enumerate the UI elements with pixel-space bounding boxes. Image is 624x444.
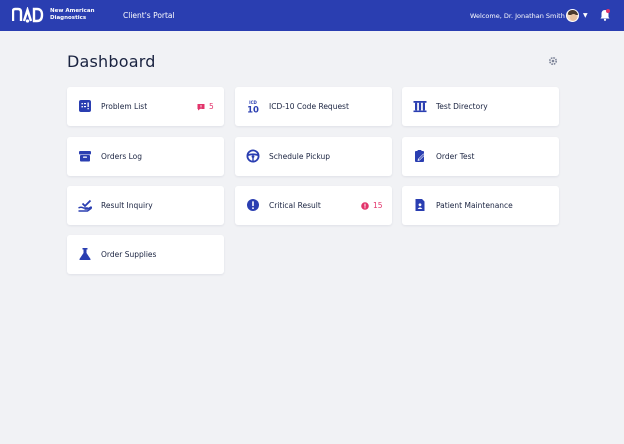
svg-text:ICD: ICD: [249, 100, 257, 105]
hand-check-icon: [78, 199, 92, 212]
card-label: Order Test: [436, 152, 475, 161]
card-label: Orders Log: [101, 152, 143, 161]
card-icd10-code-request[interactable]: ICD 10 ICD-10 Code Request: [235, 87, 392, 126]
company-logo[interactable]: New American Diagnostics: [12, 7, 95, 23]
card-label: Problem List: [101, 102, 148, 111]
svg-text:10: 10: [247, 106, 259, 114]
card-patient-maintenance[interactable]: Patient Maintenance: [402, 186, 559, 225]
icd10-icon: ICD 10: [247, 100, 259, 114]
card-result-inquiry[interactable]: Result Inquiry: [67, 186, 224, 225]
welcome-text: Welcome, Dr. Jonathan Smith: [470, 12, 565, 20]
card-label: ICD-10 Code Request: [269, 102, 349, 111]
card-order-supplies[interactable]: Order Supplies: [67, 235, 224, 274]
card-label: Order Supplies: [101, 250, 157, 259]
card-test-directory[interactable]: Test Directory: [402, 87, 559, 126]
alert-circle-small-icon: [361, 201, 369, 210]
portal-label[interactable]: Client's Portal: [123, 11, 175, 20]
badge-count: 5: [209, 102, 214, 111]
card-order-test[interactable]: Order Test: [402, 137, 559, 176]
steering-wheel-icon: [246, 149, 260, 163]
flask-icon: [79, 248, 91, 260]
card-label: Schedule Pickup: [269, 152, 331, 161]
page-title: Dashboard: [67, 52, 156, 71]
card-critical-result[interactable]: Critical Result 15: [235, 186, 392, 225]
nad-logo-icon: [12, 7, 44, 23]
card-orders-log[interactable]: Orders Log: [67, 137, 224, 176]
card-label: Result Inquiry: [101, 201, 153, 210]
logo-text: New American Diagnostics: [50, 8, 95, 21]
test-tubes-icon: [413, 101, 427, 113]
problem-count-badge: 5: [197, 102, 214, 111]
archive-box-icon: [79, 151, 91, 162]
gear-icon[interactable]: [548, 56, 558, 66]
avatar-face: [570, 14, 577, 21]
card-label: Patient Maintenance: [436, 201, 513, 210]
chevron-down-icon[interactable]: ▼: [583, 12, 588, 19]
notification-dot: [606, 9, 610, 13]
message-alert-icon: [197, 103, 205, 110]
alert-circle-icon: [247, 199, 259, 211]
card-label: Critical Result: [269, 201, 321, 210]
card-problem-list[interactable]: Problem List 5: [67, 87, 224, 126]
user-avatar[interactable]: [566, 9, 579, 22]
patient-file-icon: [415, 199, 425, 211]
card-label: Test Directory: [436, 102, 488, 111]
card-schedule-pickup[interactable]: Schedule Pickup: [235, 137, 392, 176]
clipboard-pen-icon: [415, 150, 425, 162]
critical-count-badge: 15: [361, 201, 383, 210]
top-navigation-bar: New American Diagnostics Client's Portal…: [0, 0, 624, 31]
list-alert-icon: [79, 100, 91, 112]
badge-count: 15: [373, 201, 383, 210]
